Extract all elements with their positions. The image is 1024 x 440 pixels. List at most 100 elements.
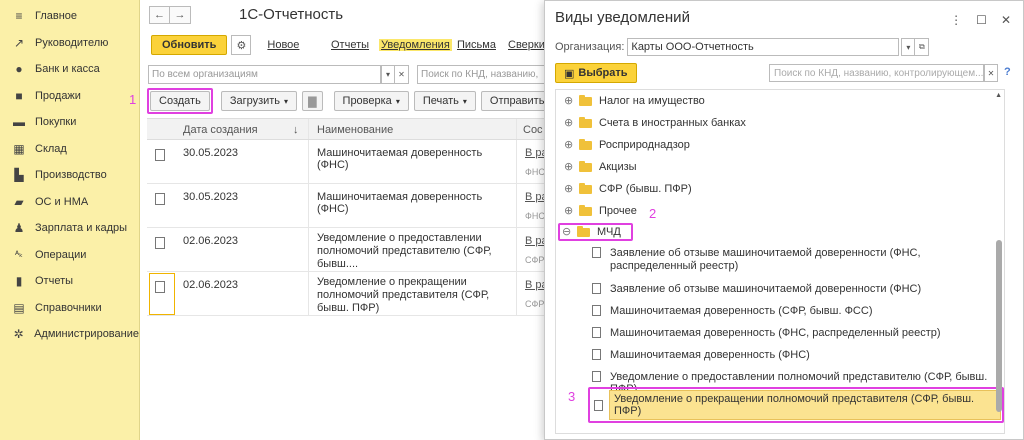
row-status-sub: СФР xyxy=(525,299,545,309)
tab-reconciliations[interactable]: Сверки xyxy=(508,39,545,51)
forward-button[interactable]: → xyxy=(170,6,191,24)
settings-button[interactable]: ⚙ xyxy=(231,35,252,55)
tab-letters[interactable]: Письма xyxy=(457,39,496,51)
more-icon[interactable]: ⋮ xyxy=(950,13,962,27)
sidebar-item-bank[interactable]: ● Банк и касса xyxy=(0,56,139,83)
column-header-name[interactable]: Наименование xyxy=(317,124,393,136)
folder-icon xyxy=(579,182,592,194)
tab-notifications[interactable]: Уведомления xyxy=(379,39,452,51)
dropdown-arrow-icon[interactable]: ▾ xyxy=(381,65,395,84)
sidebar-item-salary[interactable]: ♟ Зарплата и кадры xyxy=(0,215,139,242)
load-label: Загрузить xyxy=(229,95,281,107)
row-name: Уведомление о прекращении полномочий пре… xyxy=(317,276,490,314)
sidebar-item-label: Производство xyxy=(35,169,107,182)
tree-folder[interactable]: ⊕ Прочее xyxy=(564,201,637,221)
folder-label: Прочее xyxy=(599,205,637,217)
check-button[interactable]: Проверка ▾ xyxy=(333,91,409,111)
tree-leaf[interactable]: Машиночитаемая доверенность (СФР, бывш. … xyxy=(592,305,873,317)
column-header-status[interactable]: Сос xyxy=(523,124,543,136)
expand-icon[interactable]: ⊕ xyxy=(564,161,573,172)
truck-icon: ▰ xyxy=(14,194,24,209)
sidebar-item-label: Отчеты xyxy=(35,275,74,288)
clear-icon[interactable]: ✕ xyxy=(395,65,409,84)
expand-icon[interactable]: ⊕ xyxy=(564,95,573,106)
collapse-icon[interactable]: ⊖ xyxy=(562,226,571,237)
create-button[interactable]: Создать xyxy=(150,91,210,111)
sidebar-item-operations[interactable]: ᴬₖ Операции xyxy=(0,242,139,269)
tree-folder[interactable]: ⊕ Росприроднадзор xyxy=(564,135,690,155)
sidebar-item-references[interactable]: ▤ Справочники xyxy=(0,295,139,322)
notification-types-dialog: Виды уведомлений ⋮ ☐ ✕ Организация: Карт… xyxy=(544,0,1024,440)
sort-arrow-icon: ↓ xyxy=(293,124,299,136)
sidebar-item-admin[interactable]: ✲ Администрирование xyxy=(0,321,139,348)
expand-icon[interactable]: ⊕ xyxy=(564,183,573,194)
back-button[interactable]: ← xyxy=(149,6,170,24)
open-icon[interactable]: ⧉ xyxy=(915,38,930,56)
sidebar-item-reports[interactable]: ▮ Отчеты xyxy=(0,268,139,295)
tree-scrollbar[interactable]: ▲ xyxy=(994,90,1004,433)
sidebar-item-sales[interactable]: ■ Продажи xyxy=(0,83,139,110)
tab-reports[interactable]: Отчеты xyxy=(331,39,369,51)
tree-leaf[interactable]: Заявление об отзыве машиночитаемой довер… xyxy=(592,247,960,273)
tree-folder[interactable]: ⊕ СФР (бывш. ПФР) xyxy=(564,179,692,199)
main-panel: ← → 1С-Отчетность Обновить ⚙ Новое Отчет… xyxy=(129,0,567,440)
tree-folder[interactable]: ⊕ Счета в иностранных банках xyxy=(564,113,746,133)
send-button[interactable]: Отправить xyxy=(480,91,554,111)
dropdown-arrow-icon: ▾ xyxy=(284,96,289,106)
select-button[interactable]: ▣ Выбрать xyxy=(555,63,637,83)
column-header-date[interactable]: Дата создания xyxy=(183,124,258,136)
sidebar-item-assets[interactable]: ▰ ОС и НМА xyxy=(0,189,139,216)
sidebar-item-production[interactable]: ▙ Производство xyxy=(0,162,139,189)
close-icon[interactable]: ✕ xyxy=(1001,13,1011,27)
leaf-label: Машиночитаемая доверенность (СФР, бывш. … xyxy=(610,305,873,317)
selection-highlight: Уведомление о прекращении полномочий пре… xyxy=(588,387,1004,423)
dropdown-arrow-icon[interactable]: ▾ xyxy=(901,38,916,56)
clear-icon[interactable]: ✕ xyxy=(984,64,998,82)
maximize-icon[interactable]: ☐ xyxy=(976,13,987,27)
tree-folder[interactable]: ⊕ Налог на имущество xyxy=(564,91,705,111)
folder-label: Налог на имущество xyxy=(599,95,705,107)
help-icon[interactable]: ? xyxy=(1004,66,1011,78)
table-row[interactable]: 30.05.2023 Машиночитаемая доверенность (… xyxy=(147,184,561,228)
table-row[interactable]: 02.06.2023 Уведомление о предоставлении … xyxy=(147,228,561,272)
folder-icon xyxy=(579,204,592,216)
archive-button[interactable]: ▇ xyxy=(302,91,323,111)
row-status-sub: СФР xyxy=(525,255,545,265)
tree-leaf-selected[interactable]: Уведомление о прекращении полномочий пре… xyxy=(588,387,1004,423)
tree-leaf[interactable]: Машиночитаемая доверенность (ФНС, распре… xyxy=(592,327,941,339)
archive-icon: ▇ xyxy=(308,95,317,108)
sidebar-item-warehouse[interactable]: ▦ Склад xyxy=(0,136,139,163)
scroll-up-icon[interactable]: ▲ xyxy=(995,92,1002,99)
document-icon xyxy=(592,349,601,360)
scrollbar-thumb[interactable] xyxy=(996,240,1002,412)
tree-leaf[interactable]: Заявление об отзыве машиночитаемой довер… xyxy=(592,283,921,295)
refresh-button[interactable]: Обновить xyxy=(151,35,228,55)
page-title: 1С-Отчетность xyxy=(239,6,344,23)
organization-field[interactable]: Карты ООО-Отчетность xyxy=(627,38,900,56)
document-icon xyxy=(592,327,601,338)
factory-icon: ▙ xyxy=(14,168,24,183)
sidebar-item-purchases[interactable]: ▬ Покупки xyxy=(0,109,139,136)
mcd-highlight: ⊖ МЧД xyxy=(558,223,633,241)
gear-icon: ⚙ xyxy=(236,39,247,52)
tree-folder[interactable]: ⊕ Акцизы xyxy=(564,157,637,177)
expand-icon[interactable]: ⊕ xyxy=(564,117,573,128)
sidebar-item-manager[interactable]: ↗ Руководителю xyxy=(0,30,139,57)
folder-label: Счета в иностранных банках xyxy=(599,117,746,129)
leaf-label: Машиночитаемая доверенность (ФНС, распре… xyxy=(610,327,941,339)
table-row[interactable]: 02.06.2023 Уведомление о прекращении пол… xyxy=(147,272,561,316)
notifications-table: Дата создания ↓ Наименование Сос 30.05.2… xyxy=(147,118,561,316)
organization-filter[interactable]: По всем организациям xyxy=(148,65,381,84)
tree-folder-mcd[interactable]: ⊖ МЧД xyxy=(558,222,633,242)
new-link[interactable]: Новое xyxy=(267,39,299,51)
print-button[interactable]: Печать ▾ xyxy=(413,91,476,111)
expand-icon[interactable]: ⊕ xyxy=(564,205,573,216)
tree-leaf[interactable]: Машиночитаемая доверенность (ФНС) xyxy=(592,349,810,361)
dialog-search-input[interactable]: Поиск по КНД, названию, контролирующем..… xyxy=(769,64,984,82)
expand-icon[interactable]: ⊕ xyxy=(564,139,573,150)
document-icon xyxy=(592,247,601,258)
table-row[interactable]: 30.05.2023 Машиночитаемая доверенность (… xyxy=(147,140,561,184)
sidebar-item-main[interactable]: ≡ Главное xyxy=(0,3,139,30)
load-button[interactable]: Загрузить ▾ xyxy=(220,91,298,111)
window-controls: ⋮ ☐ ✕ xyxy=(950,13,1011,27)
